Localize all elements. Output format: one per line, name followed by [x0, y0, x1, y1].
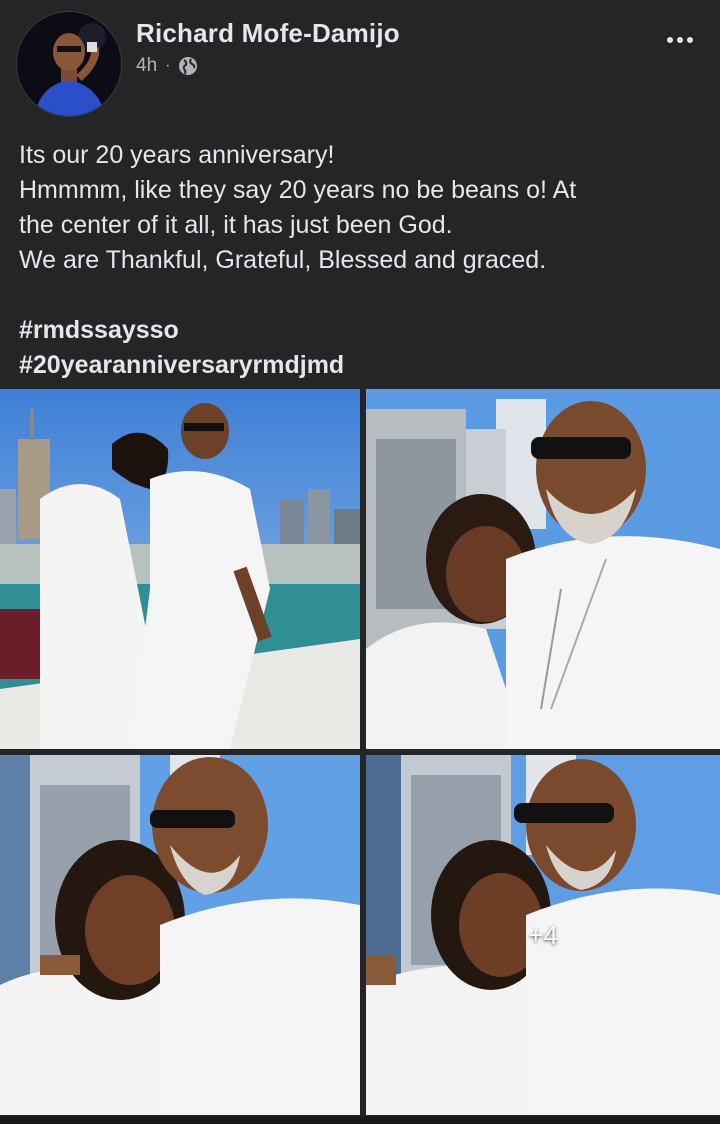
post-text-line: Hmmmm, like they say 20 years no be bean… [19, 176, 577, 204]
post-footer-divider [0, 1116, 720, 1124]
post-time[interactable]: 4h [136, 55, 157, 77]
post-photo-3[interactable] [0, 755, 360, 1115]
hashtag-link[interactable]: #rmdssaysso [19, 313, 699, 348]
post-header: Richard Mofe-Damijo 4h · [0, 0, 720, 120]
photo-grid: +4 [0, 389, 720, 1115]
post-photo-1[interactable] [0, 389, 360, 749]
post-text-line: Its our 20 years anniversary! [19, 141, 335, 169]
post-photo-4[interactable]: +4 [366, 755, 720, 1115]
meta-separator: · [165, 57, 171, 74]
author-name[interactable]: Richard Mofe-Damijo [136, 18, 400, 49]
post-meta: 4h · [136, 54, 198, 78]
author-avatar[interactable] [17, 12, 121, 116]
post-photo-2[interactable] [366, 389, 720, 749]
post-text-line: We are Thankful, Grateful, Blessed and g… [19, 246, 547, 274]
more-photos-count[interactable]: +4 [366, 755, 720, 1115]
hashtag-link[interactable]: #20yearanniversaryrmdjmd [19, 348, 699, 383]
more-options-icon[interactable] [664, 24, 696, 56]
globe-icon[interactable] [178, 56, 198, 76]
post-body: Its our 20 years anniversary! Hmmmm, lik… [19, 138, 699, 383]
post-text-line: the center of it all, it has just been G… [19, 211, 453, 239]
